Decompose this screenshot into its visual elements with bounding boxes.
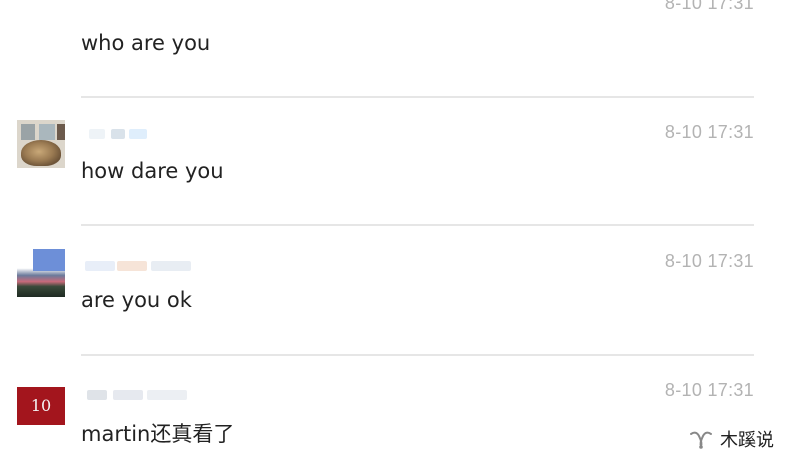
comment-text: who are you <box>81 31 211 55</box>
comment-time: 8-10 17:31 <box>664 122 754 142</box>
avatar[interactable] <box>17 120 65 168</box>
divider <box>81 224 754 226</box>
username[interactable] <box>81 256 201 274</box>
avatar-label: 10 <box>30 396 52 415</box>
divider <box>81 354 754 356</box>
wechat-channel-icon <box>690 431 712 449</box>
comment-time: 8-10 17:31 <box>664 0 754 13</box>
comment-time: 8-10 17:31 <box>664 380 754 400</box>
username[interactable] <box>81 124 201 142</box>
comment-time: 8-10 17:31 <box>664 251 754 271</box>
comment-text: how dare you <box>81 159 224 183</box>
avatar[interactable]: 10 <box>17 377 65 425</box>
username[interactable] <box>81 385 201 403</box>
divider <box>81 96 754 98</box>
comment-text: are you ok <box>81 288 192 312</box>
comment-text: martin还真看了 <box>81 422 235 446</box>
avatar[interactable] <box>17 249 65 297</box>
watermark: 木蹊说 <box>688 427 774 451</box>
watermark-text: 木蹊说 <box>720 430 774 451</box>
cat-image-icon <box>21 140 61 166</box>
